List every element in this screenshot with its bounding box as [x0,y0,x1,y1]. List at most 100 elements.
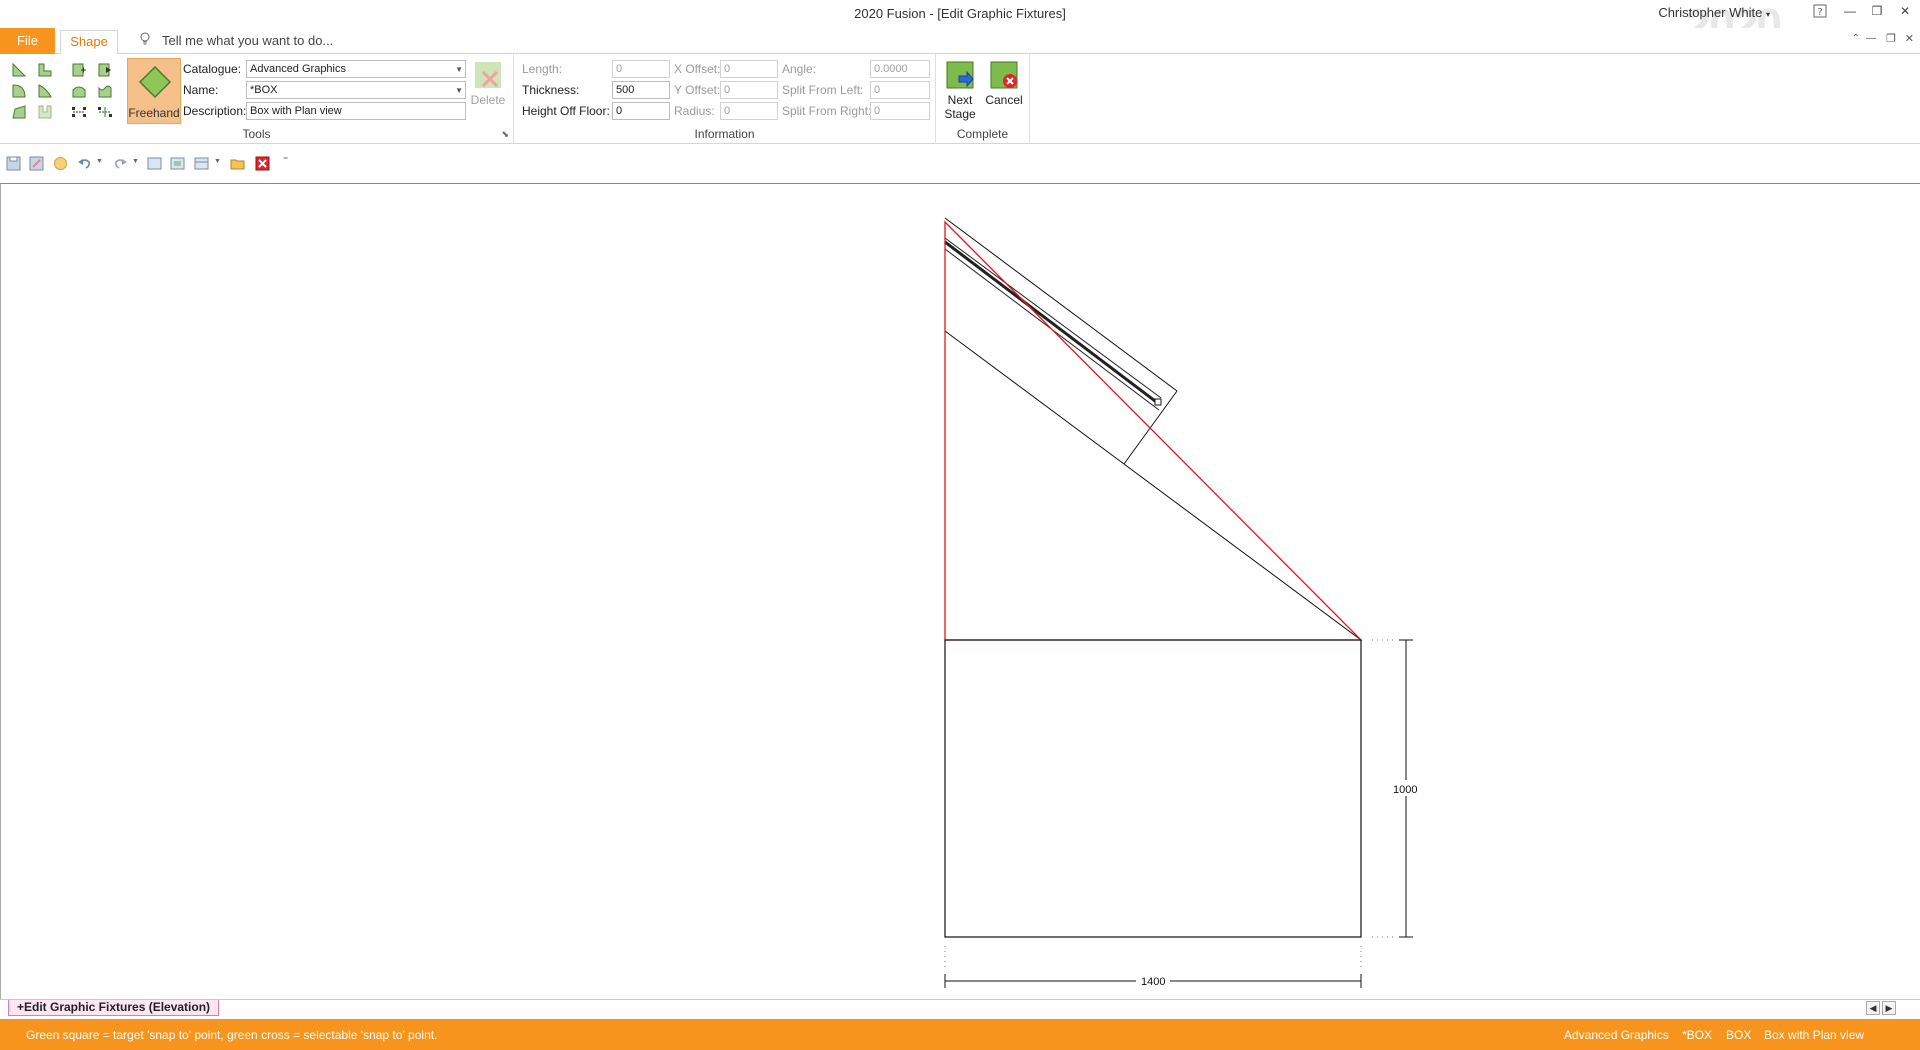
selected-triangle-shape[interactable] [944,220,1363,641]
status-catalogue: Advanced Graphics [1564,1028,1669,1042]
chevron-down-icon: ▾ [1765,10,1770,19]
sheet-tab-bar: +Edit Graphic Fixtures (Elevation) ◀ ▶ [0,999,1920,1016]
next-stage-button[interactable]: Next Stage [940,60,980,121]
status-bar: Green square = target 'snap to' point, g… [0,1019,1920,1050]
open-folder-icon[interactable] [230,156,245,171]
tools-group-label: Tools [242,127,271,141]
angle-label: Angle: [782,62,817,76]
height-off-floor-input[interactable]: 0 [612,102,670,120]
shape-points-icon[interactable] [71,104,87,120]
cancel-icon [990,61,1018,89]
shape-wave-icon[interactable] [97,83,113,99]
shape-l-icon[interactable] [37,62,53,78]
ribbon: Freehand Catalogue: Advanced Graphics ▼ … [0,54,1920,144]
scroll-left-button[interactable]: ◀ [1866,1001,1880,1015]
shape-points-add-icon[interactable] [97,104,113,120]
shape-triangle-icon[interactable] [11,62,27,78]
delete-icon [475,62,501,88]
tools-dialog-launcher-icon[interactable]: ⬊ [501,129,509,140]
info-icon[interactable] [53,156,68,171]
tools-group: Freehand Catalogue: Advanced Graphics ▼ … [0,54,514,144]
shape-cutout-icon[interactable] [37,104,53,120]
description-value: Box with Plan view [250,105,342,117]
freehand-label: Freehand [128,106,180,120]
y-offset-input[interactable]: 0 [720,81,778,99]
doc-restore-icon[interactable]: ❐ [1886,32,1896,45]
quick-access-toolbar: ▼ ▼ ▼ ⁼ [0,150,1920,176]
x-offset-input[interactable]: 0 [720,60,778,78]
status-name: *BOX [1682,1028,1713,1042]
redo-dropdown-icon[interactable]: ▼ [132,158,139,165]
split-from-right-input[interactable]: 0 [870,102,930,120]
save-icon[interactable] [6,156,21,171]
length-label: Length: [522,62,563,76]
delete-button[interactable]: Delete [468,60,508,107]
user-name: Christopher White [1658,5,1763,20]
window-title: 2020 Fusion - [Edit Graphic Fixtures] [854,6,1066,21]
customize-toolbar-icon[interactable]: ⁼ [283,155,288,166]
thickness-input[interactable]: 500 [612,81,670,99]
close-icon[interactable]: ✕ [1895,4,1915,22]
restore-icon[interactable]: ❐ [1867,4,1887,22]
delete-label: Delete [470,93,506,107]
help-icon[interactable]: ? [1810,4,1830,22]
complete-group-label: Complete [956,127,1009,141]
split-from-left-label: Split From Left: [782,83,864,97]
split-from-left-input[interactable]: 0 [870,81,930,99]
next-stage-label-1: Next [947,93,973,107]
layout-icon[interactable] [194,156,209,171]
scroll-right-button[interactable]: ▶ [1882,1001,1896,1015]
shape-curve-icon[interactable] [11,83,27,99]
name-select[interactable]: *BOX ▼ [246,81,466,99]
lightbulb-icon [139,32,151,49]
doc-close-icon[interactable]: ✕ [1905,32,1914,45]
catalogue-select[interactable]: Advanced Graphics ▼ [246,60,466,78]
cancel-button[interactable]: Cancel [984,60,1024,107]
file-tab[interactable]: File [0,28,55,54]
view-icon[interactable] [170,156,185,171]
next-stage-label-2: Stage [944,107,976,121]
description-label: Description: [183,104,247,118]
close-document-icon[interactable] [255,156,270,171]
name-label: Name: [183,83,219,97]
description-input[interactable]: Box with Plan view [246,102,466,120]
layout-dropdown-icon[interactable]: ▼ [214,158,221,165]
shape-curve-l-icon[interactable] [37,83,53,99]
name-value: *BOX [250,84,278,96]
shape-arrow-icon[interactable] [97,62,113,78]
box-shape[interactable] [944,639,1362,938]
shape-add-point-icon[interactable] [71,62,87,78]
information-group-label: Information [694,127,755,141]
redo-icon[interactable] [113,156,128,171]
status-message: Green square = target 'snap to' point, g… [26,1028,438,1042]
radius-label: Radius: [674,104,715,118]
information-group: Length: 0 Thickness: 500 Height Off Floo… [514,54,936,144]
height-off-floor-label: Height Off Floor: [522,104,610,118]
status-code: BOX [1726,1028,1752,1042]
elevation-drawing[interactable]: 1000 1400 [1,184,1919,1000]
angle-input[interactable]: 0.0000 [870,60,930,78]
y-offset-label: Y Offset: [674,83,721,97]
tab-shape[interactable]: Shape [60,30,118,55]
doc-minimize-icon[interactable]: — [1866,33,1876,44]
collapse-ribbon-icon[interactable]: ⌃ [1852,33,1860,44]
user-menu[interactable]: Christopher White ▾ [1658,5,1770,20]
catalogue-label: Catalogue: [183,62,242,76]
length-input[interactable]: 0 [612,60,670,78]
window-icon[interactable] [147,156,162,171]
shape-arch-icon[interactable] [71,83,87,99]
catalogue-value: Advanced Graphics [250,63,346,75]
radius-input[interactable]: 0 [720,102,778,120]
undo-dropdown-icon[interactable]: ▼ [96,158,103,165]
drawing-canvas[interactable]: 1000 1400 [0,183,1920,999]
thickness-label: Thickness: [522,83,580,97]
title-bar: 2020 2020 Fusion - [Edit Graphic Fixture… [0,0,1920,48]
undo-icon[interactable] [77,156,92,171]
save-as-icon[interactable] [29,156,44,171]
tab-edit-graphic-fixtures-elevation[interactable]: +Edit Graphic Fixtures (Elevation) [8,1000,220,1016]
minimize-icon[interactable]: — [1840,4,1860,22]
freehand-button[interactable]: Freehand [127,58,181,124]
width-dimension-label: 1400 [1141,976,1165,988]
tell-me-input[interactable]: Tell me what you want to do... [162,33,333,48]
shape-skew-icon[interactable] [11,104,27,120]
